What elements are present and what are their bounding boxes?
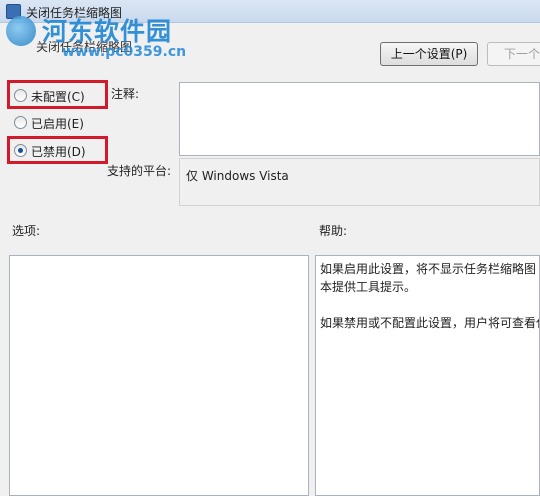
watermark-logo-icon xyxy=(6,16,36,46)
help-text: 如果启用此设置，将不显示任务栏缩略图 本提供工具提示。 如果禁用或不配置此设置，… xyxy=(320,260,540,332)
options-label: 选项: xyxy=(12,224,41,238)
previous-setting-button[interactable]: 上一个设置(P) xyxy=(380,42,478,66)
help-line: 如果禁用或不配置此设置，用户将可查看代 xyxy=(320,316,540,330)
platform-value: 仅 Windows Vista xyxy=(186,169,289,183)
radio-button[interactable] xyxy=(14,116,27,129)
radio-label: 已启用(E) xyxy=(31,117,84,131)
platform-box: 仅 Windows Vista xyxy=(179,158,540,206)
next-setting-button[interactable]: 下一个 xyxy=(487,42,540,66)
watermark: 河东软件园 www.pc0359.cn xyxy=(2,10,202,66)
options-panel xyxy=(9,255,309,496)
comment-label: 注释: xyxy=(111,87,140,101)
comment-textarea[interactable] xyxy=(179,82,540,156)
watermark-name: 河东软件园 xyxy=(42,17,173,46)
help-line: 本提供工具提示。 xyxy=(320,280,417,294)
highlight-box-disabled xyxy=(7,136,108,164)
watermark-url: www.pc0359.cn xyxy=(62,44,187,60)
highlight-box-not-configured xyxy=(7,80,108,109)
help-panel[interactable]: 如果启用此设置，将不显示任务栏缩略图 本提供工具提示。 如果禁用或不配置此设置，… xyxy=(315,255,540,496)
platform-label: 支持的平台: xyxy=(107,164,172,178)
help-label: 帮助: xyxy=(319,224,348,238)
help-line: 如果启用此设置，将不显示任务栏缩略图 xyxy=(320,262,537,276)
